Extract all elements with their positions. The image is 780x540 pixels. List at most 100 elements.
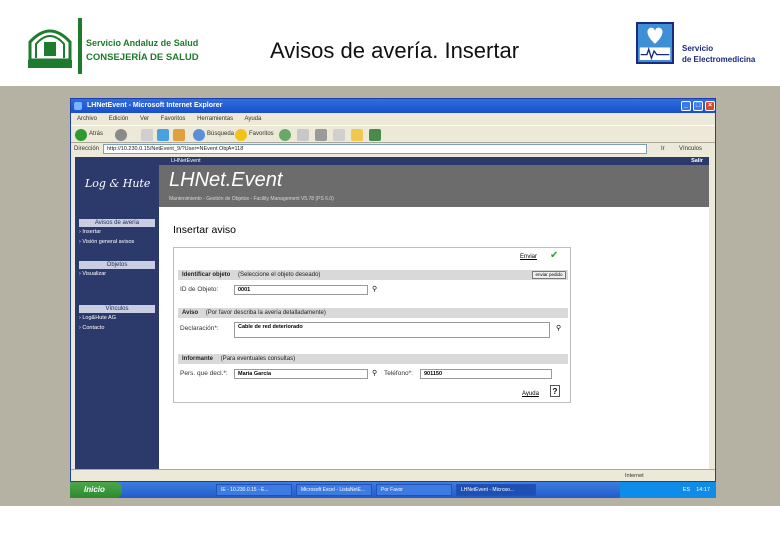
banner-subtitle: Mantenimiento - Gestión de Objetos - Fac…	[169, 196, 334, 202]
history-icon[interactable]	[279, 129, 291, 141]
mail-icon[interactable]	[297, 129, 309, 141]
home-icon[interactable]	[173, 129, 185, 141]
sidebar-item-vision-general[interactable]: › Visión general avisos	[79, 239, 134, 245]
insert-notice-form: Enviar ✔ Identificar objeto (Seleccione …	[173, 247, 571, 403]
favorites-label[interactable]: Favoritos	[249, 131, 274, 137]
sidebar-heading-objetos: Objetos	[79, 261, 155, 269]
ecg-heart-icon	[636, 22, 674, 64]
language-indicator[interactable]: ES	[683, 487, 690, 493]
taskbar: Inicio IE - 10.230.0.15 - E... Microsoft…	[70, 482, 716, 498]
electromedicina-logo: Servicio de Electromedicina	[636, 22, 776, 66]
back-arrow-icon[interactable]	[75, 129, 87, 141]
menu-herramientas[interactable]: Herramientas	[197, 116, 233, 122]
refresh-icon[interactable]	[157, 129, 169, 141]
banner-title: LHNet.Event	[169, 169, 283, 191]
sidebar-item-visualizar[interactable]: › Visualizar	[79, 271, 106, 277]
section-hint: (Para eventuales consultas)	[220, 356, 296, 362]
address-bar: Dirección http://10.230.0.15/NetEvent_9/…	[71, 143, 715, 155]
search-label[interactable]: Búsqueda	[207, 131, 234, 137]
clock: 14:17	[696, 487, 710, 493]
section-identify-object: Identificar objeto (Seleccione el objeto…	[178, 270, 568, 280]
toolbar: Atrás Búsqueda Favoritos	[71, 125, 715, 143]
servicio-text: Servicio	[682, 44, 714, 53]
checkmark-icon[interactable]: ✔	[550, 250, 558, 261]
slide: Servicio Andaluz de Salud CONSEJERÍA DE …	[0, 0, 780, 540]
binoculars-icon[interactable]: ⚲	[372, 285, 377, 293]
section-title: Aviso	[182, 310, 199, 316]
section-hint: (Seleccione el objeto deseado)	[238, 272, 321, 278]
forward-arrow-icon[interactable]	[115, 129, 127, 141]
sidebar: Log & Hute Avisos de avería › Insertar ›…	[75, 157, 159, 469]
edit-icon[interactable]	[333, 129, 345, 141]
phone-label: Teléfono*:	[384, 370, 413, 377]
taskbar-item-active[interactable]: LHNetEvent - Microso...	[456, 484, 536, 496]
favorites-star-icon[interactable]	[235, 129, 247, 141]
section-title: Identificar objeto	[182, 272, 231, 278]
declaration-textarea[interactable]: Cable de red deteriorado	[234, 322, 550, 338]
browser-titlebar: LHNetEvent - Microsoft Internet Explorer…	[71, 99, 715, 113]
browser-window: LHNetEvent - Microsoft Internet Explorer…	[70, 98, 716, 482]
ie-icon	[74, 102, 82, 110]
object-id-input[interactable]: 0001	[234, 285, 368, 295]
taskbar-item[interactable]: Por Favor	[376, 484, 452, 496]
browser-title: LHNetEvent - Microsoft Internet Explorer	[87, 102, 223, 109]
section-hint: (Por favor describa la avería detalladam…	[205, 310, 326, 316]
page-title: Insertar aviso	[173, 224, 237, 236]
section-title: Informante	[182, 356, 214, 362]
menu-archivo[interactable]: Archivo	[77, 116, 97, 122]
sidebar-item-loghute[interactable]: › Log&Hute AG	[79, 315, 116, 321]
person-label: Pers. que decl.*:	[180, 370, 228, 377]
section-reporter: Informante (Para eventuales consultas)	[178, 354, 568, 364]
sas-logo: Servicio Andaluz de Salud CONSEJERÍA DE …	[24, 18, 202, 74]
phone-input[interactable]: 901150	[420, 369, 552, 379]
electromedicina-text: de Electromedicina	[682, 55, 756, 64]
messenger-icon[interactable]	[369, 129, 381, 141]
section-notice: Aviso (Por favor describa la avería deta…	[178, 308, 568, 318]
binoculars-icon[interactable]: ⚲	[372, 369, 377, 377]
person-input[interactable]: María García	[234, 369, 368, 379]
logout-link[interactable]: Salir	[691, 157, 703, 165]
menu-favoritos[interactable]: Favoritos	[161, 116, 186, 122]
sidebar-heading-avisos: Avisos de avería	[79, 219, 155, 227]
status-zone: Internet	[625, 473, 644, 479]
go-button[interactable]: Ir	[661, 143, 665, 155]
sidebar-item-contacto[interactable]: › Contacto	[79, 325, 104, 331]
slide-title: Avisos de avería. Insertar	[270, 38, 520, 63]
links-label[interactable]: Vínculos	[679, 143, 702, 155]
app-topbar: LHNetEvent Salir	[159, 157, 709, 165]
minimize-button[interactable]: _	[681, 101, 691, 111]
back-label[interactable]: Atrás	[89, 131, 103, 137]
binoculars-icon[interactable]: ⚲	[556, 324, 561, 332]
address-input[interactable]: http://10.230.0.15/NetEvent_9/?User=NEve…	[103, 144, 647, 154]
app-name: LHNetEvent	[171, 158, 201, 164]
print-icon[interactable]	[315, 129, 327, 141]
maximize-button[interactable]: □	[693, 101, 703, 111]
web-page: Log & Hute Avisos de avería › Insertar ›…	[75, 157, 709, 469]
close-button[interactable]: ×	[705, 101, 715, 111]
stop-icon[interactable]	[141, 129, 153, 141]
andalucia-emblem-icon	[28, 29, 72, 68]
folder-icon[interactable]	[351, 129, 363, 141]
send-order-button[interactable]: enviar pedido	[532, 271, 566, 279]
sas-name: Servicio Andaluz de Salud	[86, 38, 199, 48]
taskbar-item[interactable]: IE - 10.230.0.15 - E...	[216, 484, 292, 496]
start-button[interactable]: Inicio	[70, 482, 122, 498]
help-link[interactable]: Ayuda	[522, 391, 539, 397]
sidebar-item-insertar[interactable]: › Insertar	[79, 229, 101, 235]
taskbar-item[interactable]: Microsoft Excel - ListaNetE...	[296, 484, 372, 496]
sidebar-heading-vinculos: Vínculos	[79, 305, 155, 313]
address-label: Dirección	[74, 146, 100, 152]
object-id-label: ID de Objeto:	[180, 286, 219, 293]
search-icon[interactable]	[193, 129, 205, 141]
brand-logo: Log & Hute	[85, 177, 151, 190]
menu-edicion[interactable]: Edición	[109, 116, 129, 122]
menu-bar: Archivo Edición Ver Favoritos Herramient…	[71, 113, 715, 125]
app-banner: LHNet.Event Mantenimiento - Gestión de O…	[159, 165, 709, 207]
declaration-label: Declaración*:	[180, 325, 219, 332]
menu-ver[interactable]: Ver	[140, 116, 149, 122]
send-button[interactable]: Enviar	[520, 254, 537, 260]
status-bar: Internet	[71, 469, 715, 481]
help-question-icon[interactable]: ?	[550, 385, 560, 397]
menu-ayuda[interactable]: Ayuda	[244, 116, 261, 122]
system-tray: ES 14:17	[620, 482, 716, 498]
